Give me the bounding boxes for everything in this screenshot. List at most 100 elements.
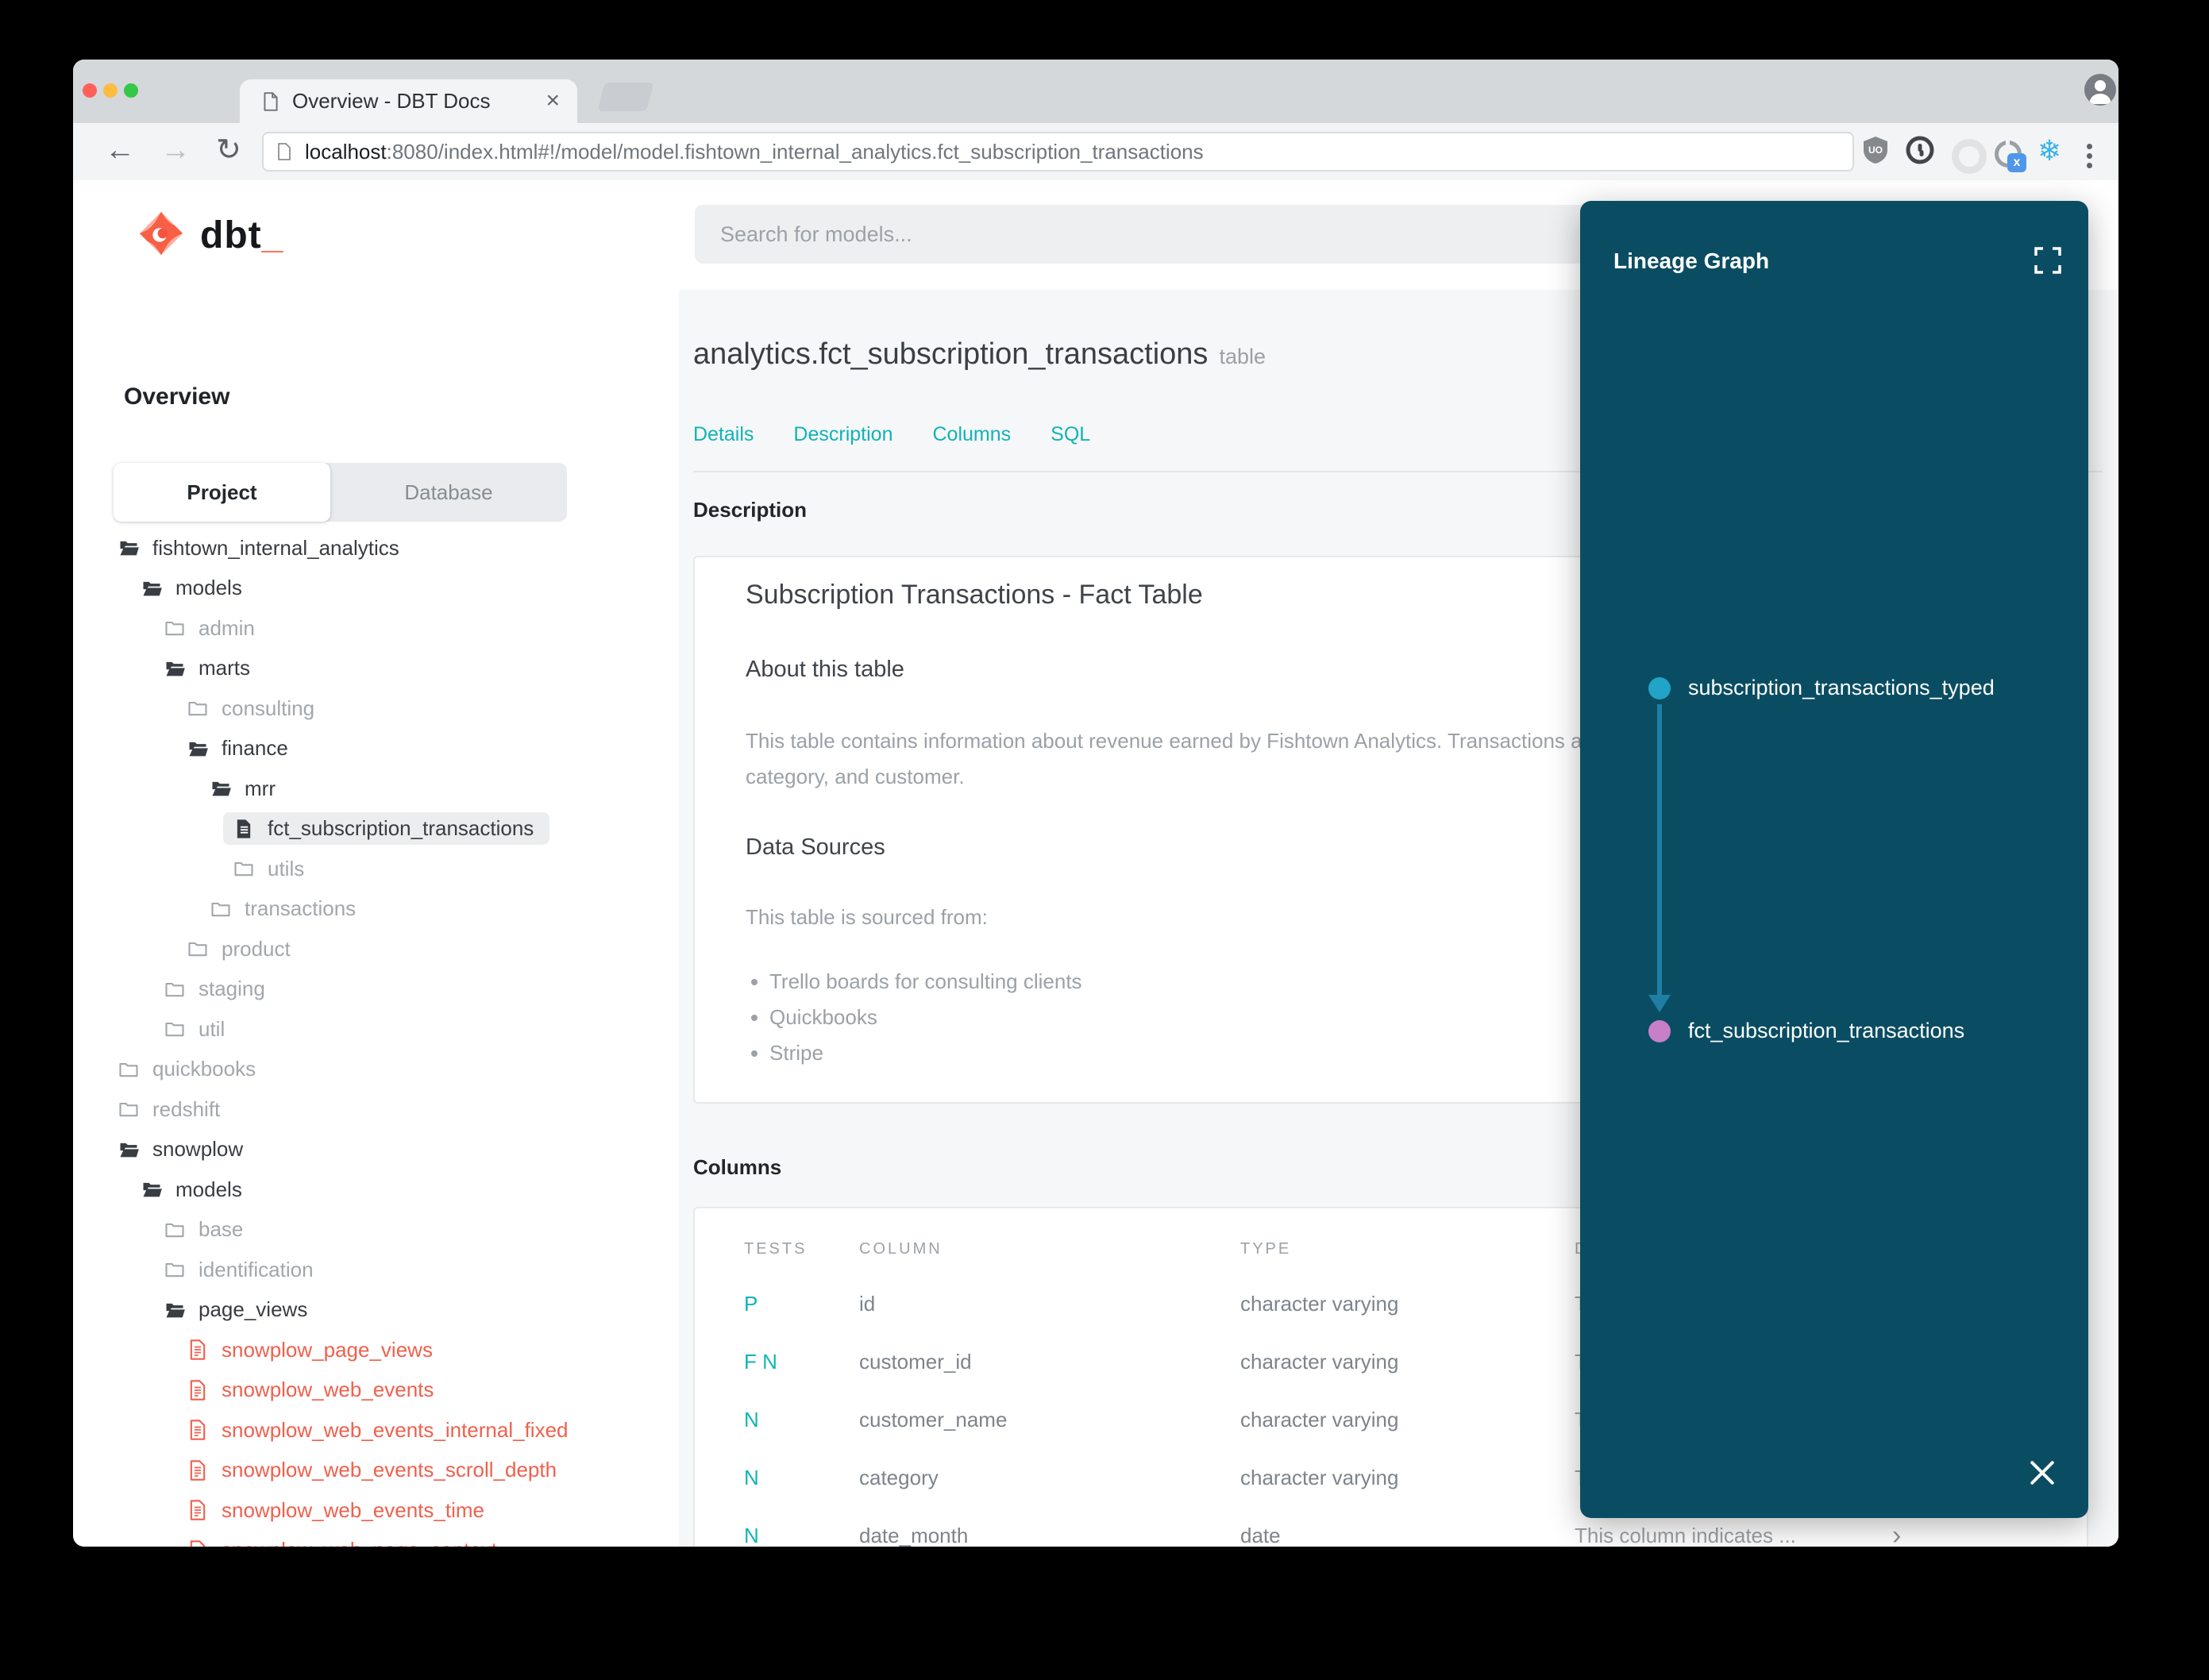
cell-column: customer_id [859,1350,972,1374]
tree-item-fct_subscription_transactions[interactable]: fct_subscription_transactions [73,809,679,850]
doc-title: Subscription Transactions - Fact Table [746,580,1203,610]
source-list-item: Quickbooks [769,1000,1082,1035]
tree-item-redshift[interactable]: redshift [73,1089,679,1130]
folder-icon [233,857,255,880]
tree-item-marts[interactable]: marts [73,649,679,689]
url-text: localhost:8080/index.html#!/model/model.… [305,133,1204,170]
lineage-close-icon[interactable] [2025,1455,2060,1490]
file-outline-icon [187,1459,209,1482]
tree-item-label: util [199,1016,226,1041]
tree-item-page_views[interactable]: page_views [73,1290,679,1331]
tab-columns[interactable]: Columns [932,423,1011,446]
tree-item-utils[interactable]: utils [73,849,679,889]
lineage-node-subscription_transactions_typed[interactable]: subscription_transactions_typed [1648,676,1995,700]
source-list-item: Stripe [769,1035,1082,1071]
file-filled-icon [233,818,255,840]
url-host: localhost [305,140,387,164]
file-outline-icon [187,1539,209,1547]
tab-details[interactable]: Details [693,423,754,446]
page-title: analytics.fct_subscription_transactions t… [693,337,1266,371]
tree-item-finance[interactable]: finance [73,729,679,769]
tree-item-label: identification [199,1257,314,1281]
tree-item-util[interactable]: util [73,1009,679,1050]
tree-item-label: redshift [152,1096,221,1121]
tree-item-snowplow_web_events_time[interactable]: snowplow_web_events_time [73,1490,679,1531]
cell-tests: P [744,1292,758,1316]
tree-item-label: snowplow_web_events [222,1378,434,1402]
tree-item-label: snowplow [152,1137,244,1162]
tree-item-models[interactable]: models [73,568,679,609]
columns-section-heading: Columns [693,1155,782,1179]
browser-menu-icon[interactable] [2087,141,2092,168]
folder-icon [118,1058,140,1081]
url-bar[interactable]: localhost:8080/index.html#!/model/model.… [262,132,1854,171]
folder-open-icon [210,777,232,800]
tree-item-snowplow_web_events_internal_fixed[interactable]: snowplow_web_events_internal_fixed [73,1410,679,1451]
folder-open-icon [164,1299,186,1321]
browser-tab[interactable]: Overview - DBT Docs × [240,79,577,123]
cell-column: customer_name [859,1408,1008,1431]
reload-button[interactable]: ↻ [216,123,241,180]
tree-item-snowplow_web_events_scroll_depth[interactable]: snowplow_web_events_scroll_depth [73,1451,679,1491]
back-button[interactable]: ← [105,123,135,180]
tree-item-product[interactable]: product [73,929,679,969]
tree-item-label: marts [199,656,250,680]
page-favicon-icon [260,91,281,117]
tab-sql[interactable]: SQL [1051,423,1090,446]
tree-item-label: snowplow_web_page_context [222,1538,497,1547]
extension-donut-icon[interactable] [1952,139,1987,174]
file-tree: fishtown_internal_analytics models admin ma… [73,528,679,1547]
tree-item-consulting[interactable]: consulting [73,688,679,729]
tree-item-models[interactable]: models [73,1169,679,1210]
tree-item-fishtown_internal_analytics[interactable]: fishtown_internal_analytics [73,528,679,568]
tree-item-label: models [175,1177,242,1201]
snowflake-extension-icon[interactable]: ❄ [2037,136,2061,166]
power-extension-icon[interactable]: x [1995,137,2026,172]
chevron-right-icon[interactable]: › [1892,1516,1901,1547]
header-column: COLUMN [859,1240,943,1258]
tree-item-snowplow_web_page_context[interactable]: snowplow_web_page_context [73,1531,679,1547]
url-path: :8080/index.html#!/model/model.fishtown_… [386,140,1204,164]
node-dot [1648,1019,1671,1042]
tab-close-icon[interactable]: × [546,79,560,121]
tree-item-identification[interactable]: identification [73,1250,679,1290]
onepassword-extension-icon[interactable] [1906,135,1934,169]
tab-description[interactable]: Description [793,423,892,446]
zoom-window-button[interactable] [124,83,138,98]
tree-item-snowplow[interactable]: snowplow [73,1130,679,1170]
tab-database[interactable]: Database [330,463,567,522]
forward-button[interactable]: → [160,123,191,180]
tree-item-label: product [222,936,291,961]
expand-fullscreen-icon[interactable] [2034,247,2061,278]
new-tab-button[interactable] [597,83,654,111]
tab-project[interactable]: Project [114,463,330,522]
cell-tests: N [744,1466,759,1489]
page-icon [275,141,294,166]
table-row-date_month[interactable]: Ndate_month date This column indicates ...… [695,1516,2087,1547]
dbt-logo-icon[interactable] [137,209,186,262]
cell-tests: N [744,1524,759,1547]
minimize-window-button[interactable] [103,83,118,98]
tree-item-staging[interactable]: staging [73,969,679,1010]
ublock-extension-icon[interactable]: UO [1861,135,1890,169]
lineage-node-fct_subscription_transactions[interactable]: fct_subscription_transactions [1648,1019,1964,1043]
tree-item-label: finance [222,736,288,761]
lineage-edge [1657,704,1662,998]
cell-column: id [859,1292,876,1316]
tree-item-mrr[interactable]: mrr [73,769,679,809]
profile-avatar[interactable] [2084,74,2116,106]
tree-item-snowplow_page_views[interactable]: snowplow_page_views [73,1330,679,1370]
tab-strip: Overview - DBT Docs × [73,60,2118,123]
sources-intro: This table is sourced from: [746,905,988,929]
node-label: fct_subscription_transactions [1688,1019,1965,1042]
browser-window: Overview - DBT Docs × ← → ↻ localhost:80… [73,60,2118,1547]
tree-item-quickbooks[interactable]: quickbooks [73,1050,679,1090]
tree-item-base[interactable]: base [73,1210,679,1250]
close-window-button[interactable] [83,83,97,98]
tree-item-snowplow_web_events[interactable]: snowplow_web_events [73,1370,679,1411]
tree-item-transactions[interactable]: transactions [73,889,679,930]
file-outline-icon [187,1499,209,1521]
tree-item-admin[interactable]: admin [73,608,679,649]
model-nav: Details Description Columns SQL [693,423,1090,446]
cell-description: This column indicates ... [1575,1524,1796,1547]
